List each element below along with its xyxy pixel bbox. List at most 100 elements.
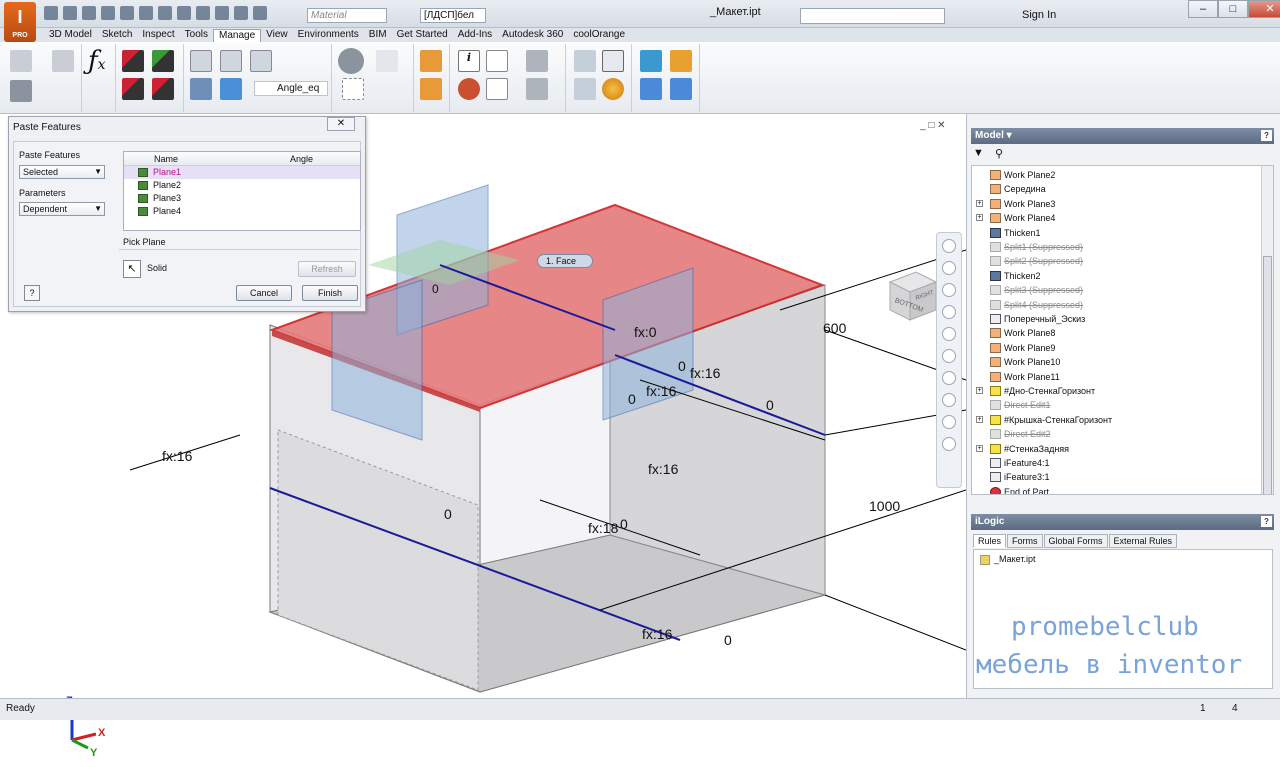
face-selection-tooltip[interactable]: 1. Face xyxy=(537,254,594,268)
expand-icon[interactable]: + xyxy=(976,444,983,452)
visibility-icon[interactable] xyxy=(376,50,398,72)
viewcube[interactable]: BOTTOM RIGHT xyxy=(886,270,938,322)
tree-item[interactable]: + #СтенкаЗадняя xyxy=(972,442,1069,456)
info-icon[interactable]: i xyxy=(458,50,480,72)
dim-600[interactable]: 600 xyxy=(823,320,846,336)
hierarchy-icon[interactable] xyxy=(640,78,662,100)
help-icon[interactable]: ? xyxy=(1261,516,1272,527)
tree-item[interactable]: iFeature4:1 xyxy=(972,456,1050,470)
ilogic-tab-external-rules[interactable]: External Rules xyxy=(1108,534,1178,548)
zoom-icon[interactable] xyxy=(942,283,956,297)
save-icon[interactable] xyxy=(82,6,96,20)
ilogic-browser-icon[interactable] xyxy=(122,78,144,100)
table-row[interactable]: Plane2 xyxy=(124,179,360,192)
crop-icon[interactable] xyxy=(602,50,624,72)
tree-item[interactable]: Work Plane2 xyxy=(972,168,1055,182)
tab-add-ins[interactable]: Add-Ins xyxy=(453,29,497,42)
fx-parameters-icon[interactable]: ƒx xyxy=(88,46,106,76)
dim-label[interactable]: fx:16 xyxy=(690,365,720,381)
home-icon[interactable] xyxy=(139,6,153,20)
dim-label[interactable]: 0 xyxy=(620,516,628,532)
zoom-all-icon[interactable] xyxy=(942,349,956,363)
sun-icon[interactable] xyxy=(602,78,624,100)
dim-label[interactable]: fx:16 xyxy=(642,626,672,642)
pan-icon[interactable] xyxy=(942,261,956,275)
tree-item[interactable]: + #Крышка-СтенкаГоризонт xyxy=(972,413,1112,427)
undo-icon[interactable] xyxy=(101,6,115,20)
edit-list-icon[interactable] xyxy=(486,78,508,100)
insert-feature-icon[interactable] xyxy=(420,78,442,100)
scroll-thumb[interactable] xyxy=(1263,256,1272,494)
layers-icon[interactable] xyxy=(574,78,596,100)
steering-wheel-icon[interactable] xyxy=(942,239,956,253)
insert-icon[interactable] xyxy=(220,78,242,100)
tools-icon[interactable] xyxy=(10,80,32,102)
viewport-controls[interactable]: _ □ ✕ xyxy=(920,120,946,131)
minimize-button[interactable]: – xyxy=(1188,0,1218,18)
tab-inspect[interactable]: Inspect xyxy=(137,29,179,42)
refresh-button[interactable]: Refresh xyxy=(298,261,356,277)
zoom-window-icon[interactable] xyxy=(942,371,956,385)
transfer-icon[interactable] xyxy=(670,50,692,72)
tree-item[interactable]: End of Part xyxy=(972,485,1049,494)
tree-item[interactable]: + Work Plane3 xyxy=(972,197,1055,211)
table-row[interactable]: Plane1 xyxy=(124,166,360,179)
orbit-icon[interactable] xyxy=(942,305,956,319)
tab-coolorange[interactable]: coolOrange xyxy=(568,29,630,42)
tree-item[interactable]: Split2 (Suppressed) xyxy=(972,254,1083,268)
tree-item[interactable]: Direct Edit2 xyxy=(972,427,1051,441)
dim-label[interactable]: 0 xyxy=(628,391,636,407)
look-at-icon[interactable] xyxy=(942,327,956,341)
parameters-select[interactable]: Dependent ▼ xyxy=(19,202,105,216)
tree-item[interactable]: iFeature3:1 xyxy=(972,470,1050,484)
options-icon[interactable] xyxy=(253,6,267,20)
tab-tools[interactable]: Tools xyxy=(180,29,213,42)
cancel-button[interactable]: Cancel xyxy=(236,285,292,301)
dim-1000[interactable]: 1000 xyxy=(869,498,900,514)
tree-item[interactable]: + Work Plane4 xyxy=(972,211,1055,225)
add-rule-icon[interactable] xyxy=(122,50,144,72)
update-icon[interactable] xyxy=(234,6,248,20)
delete-icon[interactable] xyxy=(458,78,480,100)
find-icon[interactable]: ⚲ xyxy=(995,147,1003,160)
ilogic-tab-rules[interactable]: Rules xyxy=(973,534,1007,548)
copy-icon[interactable] xyxy=(190,50,212,72)
measure-icon[interactable] xyxy=(196,6,210,20)
tab-manage[interactable]: Manage xyxy=(213,29,262,42)
tab-view[interactable]: View xyxy=(261,29,293,42)
rule-file-item[interactable]: _Макет.ipt xyxy=(980,554,1035,565)
tree-item[interactable]: Work Plane11 xyxy=(972,370,1060,384)
material-dropdown[interactable]: Material xyxy=(307,8,387,23)
event-trigger-icon[interactable] xyxy=(152,50,174,72)
delete-rule-icon[interactable] xyxy=(152,78,174,100)
parameter-dropdown[interactable]: Angle_eq xyxy=(254,81,328,96)
expand-icon[interactable]: + xyxy=(976,387,983,394)
rebuild-icon[interactable] xyxy=(10,50,32,72)
ilogic-header[interactable]: iLogic? xyxy=(971,514,1274,530)
open-icon[interactable] xyxy=(63,6,77,20)
filter-icon[interactable]: ▼ xyxy=(973,147,984,159)
expand-icon[interactable]: + xyxy=(976,415,983,423)
dialog-close-button[interactable]: ✕ xyxy=(327,117,355,131)
finish-button[interactable]: Finish xyxy=(302,285,358,301)
dim-label[interactable]: 0 xyxy=(432,282,439,296)
tree-item[interactable]: Work Plane9 xyxy=(972,341,1055,355)
close-button[interactable]: ✕ xyxy=(1248,0,1280,18)
table-row[interactable]: Plane3 xyxy=(124,192,360,205)
print-icon[interactable] xyxy=(190,78,212,100)
document-icon[interactable] xyxy=(486,50,508,72)
tree-item[interactable]: Поперечный_Эскиз xyxy=(972,312,1085,326)
tree-item[interactable]: Work Plane8 xyxy=(972,326,1055,340)
pick-cursor-button[interactable]: ↖ xyxy=(123,260,141,278)
sign-in-link[interactable]: Sign In xyxy=(1022,9,1056,21)
help-icon[interactable]: ? xyxy=(1261,130,1272,141)
model-browser-header[interactable]: Model ▾? xyxy=(971,128,1274,144)
tree-item[interactable]: Split1 (Suppressed) xyxy=(972,240,1083,254)
col-angle-header[interactable]: Angle xyxy=(290,154,313,164)
box-icon[interactable] xyxy=(342,78,364,100)
dim-label[interactable]: 0 xyxy=(678,358,686,374)
tab-get-started[interactable]: Get Started xyxy=(392,29,453,42)
tree-item[interactable]: Середина xyxy=(972,182,1046,196)
search-input[interactable] xyxy=(800,8,945,24)
tree-item[interactable]: Split3 (Suppressed) xyxy=(972,283,1083,297)
